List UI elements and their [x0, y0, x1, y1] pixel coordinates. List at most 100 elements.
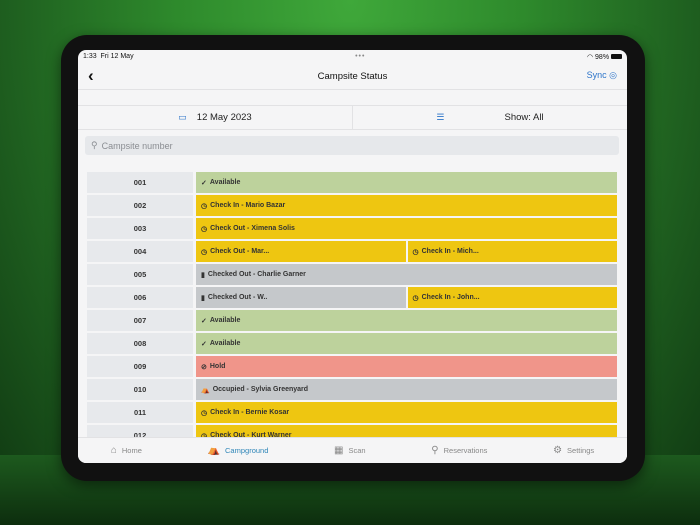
status-label: Checked Out - Charlie Garner — [207, 271, 306, 278]
tab-home[interactable]: ⌂ Home — [111, 445, 142, 456]
clock-icon: ◷ — [412, 248, 419, 256]
campsite-row: 001 ✓ Available — [87, 172, 617, 193]
status-cell-pending[interactable]: ◷ Check In - John... — [407, 287, 617, 308]
status-cells: ◷ Check Out - Ximena Solis — [196, 218, 617, 239]
status-cells: ◷ Check In - Bernie Kosar — [196, 402, 617, 423]
campsite-row: 007 ✓ Available — [87, 310, 617, 331]
campsite-row: 004 ◷ Check Out - Mar... ◷ Check In - Mich..… — [87, 241, 617, 262]
tab-campground[interactable]: ⛺ Campground — [208, 445, 269, 456]
spacer-band — [78, 90, 627, 106]
campsite-number[interactable]: 012 — [87, 425, 193, 437]
status-label: Available — [209, 179, 241, 186]
tab-bar: ⌂ Home ⛺ Campground ▦ Scan ⚲ Reservations ⚙ Setti… — [78, 437, 627, 463]
tab-label: Reservations — [443, 446, 488, 455]
status-label: Available — [209, 340, 241, 347]
status-bar: 1:33 Fri 12 May ••• ◠ 98% — [78, 50, 627, 63]
search-placeholder: Campsite number — [101, 140, 173, 151]
clock-icon: ◷ — [201, 202, 208, 210]
status-cell-pending[interactable]: ◷ Check Out - Kurt Warner — [196, 425, 617, 437]
wifi-icon: ◠ — [586, 54, 594, 61]
status-cell-checked_out[interactable]: ▮ Checked Out - W.. — [196, 287, 406, 308]
campsite-number[interactable]: 009 — [87, 356, 193, 377]
campsite-list[interactable]: 001 ✓ Available 002 ◷ Check In - Mario Bazar 0… — [87, 172, 617, 437]
status-cells: ◷ Check Out - Kurt Warner — [196, 425, 617, 437]
campsite-number[interactable]: 003 — [87, 218, 193, 239]
status-time: 1:33 — [83, 53, 97, 60]
campsite-row: 010 ⛺ Occupied - Sylvia Greenyard — [87, 379, 617, 400]
status-cells: ◷ Check Out - Mar... ◷ Check In - Mich... — [196, 241, 617, 262]
sliders-icon: ☰ — [436, 112, 445, 122]
status-cell-pending[interactable]: ◷ Check Out - Mar... — [196, 241, 406, 262]
date-value: 12 May 2023 — [196, 112, 252, 123]
campsite-row: 003 ◷ Check Out - Ximena Solis — [87, 218, 617, 239]
check-icon: ✓ — [201, 317, 207, 325]
filter-bar: ▭ 12 May 2023 ☰ Show: All — [78, 106, 627, 130]
status-cell-available[interactable]: ✓ Available — [196, 172, 617, 193]
status-cell-checked_out[interactable]: ▮ Checked Out - Charlie Garner — [196, 264, 617, 285]
status-label: Check In - Mich... — [421, 248, 479, 255]
status-cell-pending[interactable]: ◷ Check In - Mich... — [407, 241, 617, 262]
status-cells: ✓ Available — [196, 172, 617, 193]
status-cell-available[interactable]: ✓ Available — [196, 310, 617, 331]
tab-scan[interactable]: ▦ Scan — [334, 445, 366, 456]
campsite-number[interactable]: 004 — [87, 241, 193, 262]
clock-icon: ◷ — [201, 248, 208, 256]
tab-reservations[interactable]: ⚲ Reservations — [431, 445, 487, 456]
campsite-search-input[interactable]: ⚲ Campsite number — [85, 136, 619, 155]
tab-label: Campground — [225, 446, 269, 455]
status-cells: ◷ Check In - Mario Bazar — [196, 195, 617, 216]
campsite-number[interactable]: 007 — [87, 310, 193, 331]
show-filter-value: Show: All — [504, 112, 544, 123]
campsite-row: 002 ◷ Check In - Mario Bazar — [87, 195, 617, 216]
battery-level: 98% — [595, 54, 610, 61]
check-icon: ✓ — [201, 179, 207, 187]
date-picker-button[interactable]: ▭ 12 May 2023 — [78, 106, 353, 129]
multitasking-dots-icon[interactable]: ••• — [355, 53, 365, 60]
calendar-icon: ▭ — [178, 112, 187, 122]
status-cells: ✓ Available — [196, 310, 617, 331]
campsite-number[interactable]: 010 — [87, 379, 193, 400]
battery-icon — [611, 54, 622, 59]
app-screen: 1:33 Fri 12 May ••• ◠ 98% ‹ Campsite Sta… — [78, 50, 627, 463]
status-cell-hold[interactable]: ⊘ Hold — [196, 356, 617, 377]
status-cells: ⛺ Occupied - Sylvia Greenyard — [196, 379, 617, 400]
status-label: Occupied - Sylvia Greenyard — [212, 386, 309, 393]
status-label: Check In - Bernie Kosar — [210, 409, 290, 416]
tab-settings[interactable]: ⚙ Settings — [553, 445, 594, 456]
campsite-number[interactable]: 002 — [87, 195, 193, 216]
status-cell-pending[interactable]: ◷ Check Out - Ximena Solis — [196, 218, 617, 239]
campsite-number[interactable]: 008 — [87, 333, 193, 354]
status-cells: ▮ Checked Out - Charlie Garner — [196, 264, 617, 285]
campsite-row: 009 ⊘ Hold — [87, 356, 617, 377]
status-label: Check In - John... — [421, 294, 480, 301]
tent-icon: ⛺ — [207, 445, 221, 456]
sync-label: Sync — [586, 70, 607, 80]
campsite-number[interactable]: 001 — [87, 172, 193, 193]
status-cell-occupied[interactable]: ⛺ Occupied - Sylvia Greenyard — [196, 379, 617, 400]
door-icon: ▮ — [201, 294, 205, 302]
door-icon: ▮ — [201, 271, 205, 279]
campsite-number[interactable]: 011 — [87, 402, 193, 423]
campsite-row: 011 ◷ Check In - Bernie Kosar — [87, 402, 617, 423]
campsite-number[interactable]: 005 — [87, 264, 193, 285]
campsite-number[interactable]: 006 — [87, 287, 193, 308]
status-cell-available[interactable]: ✓ Available — [196, 333, 617, 354]
status-cell-pending[interactable]: ◷ Check In - Mario Bazar — [196, 195, 617, 216]
page-title: Campsite Status — [317, 71, 388, 82]
home-icon: ⌂ — [110, 445, 117, 456]
status-cells: ⊘ Hold — [196, 356, 617, 377]
status-label: Checked Out - W.. — [207, 294, 268, 301]
sync-button[interactable]: Sync ◎ — [587, 70, 617, 81]
status-cells: ▮ Checked Out - W.. ◷ Check In - John... — [196, 287, 617, 308]
tab-label: Scan — [348, 446, 366, 455]
status-cell-pending[interactable]: ◷ Check In - Bernie Kosar — [196, 402, 617, 423]
status-label: Available — [209, 317, 241, 324]
clock-icon: ◷ — [201, 225, 208, 233]
campsite-row: 005 ▮ Checked Out - Charlie Garner — [87, 264, 617, 285]
sync-icon: ◎ — [609, 70, 617, 80]
tab-label: Home — [121, 446, 142, 455]
campsite-row: 008 ✓ Available — [87, 333, 617, 354]
show-filter-button[interactable]: ☰ Show: All — [353, 106, 627, 129]
search-icon: ⚲ — [431, 445, 439, 456]
clock-icon: ◷ — [201, 409, 208, 417]
